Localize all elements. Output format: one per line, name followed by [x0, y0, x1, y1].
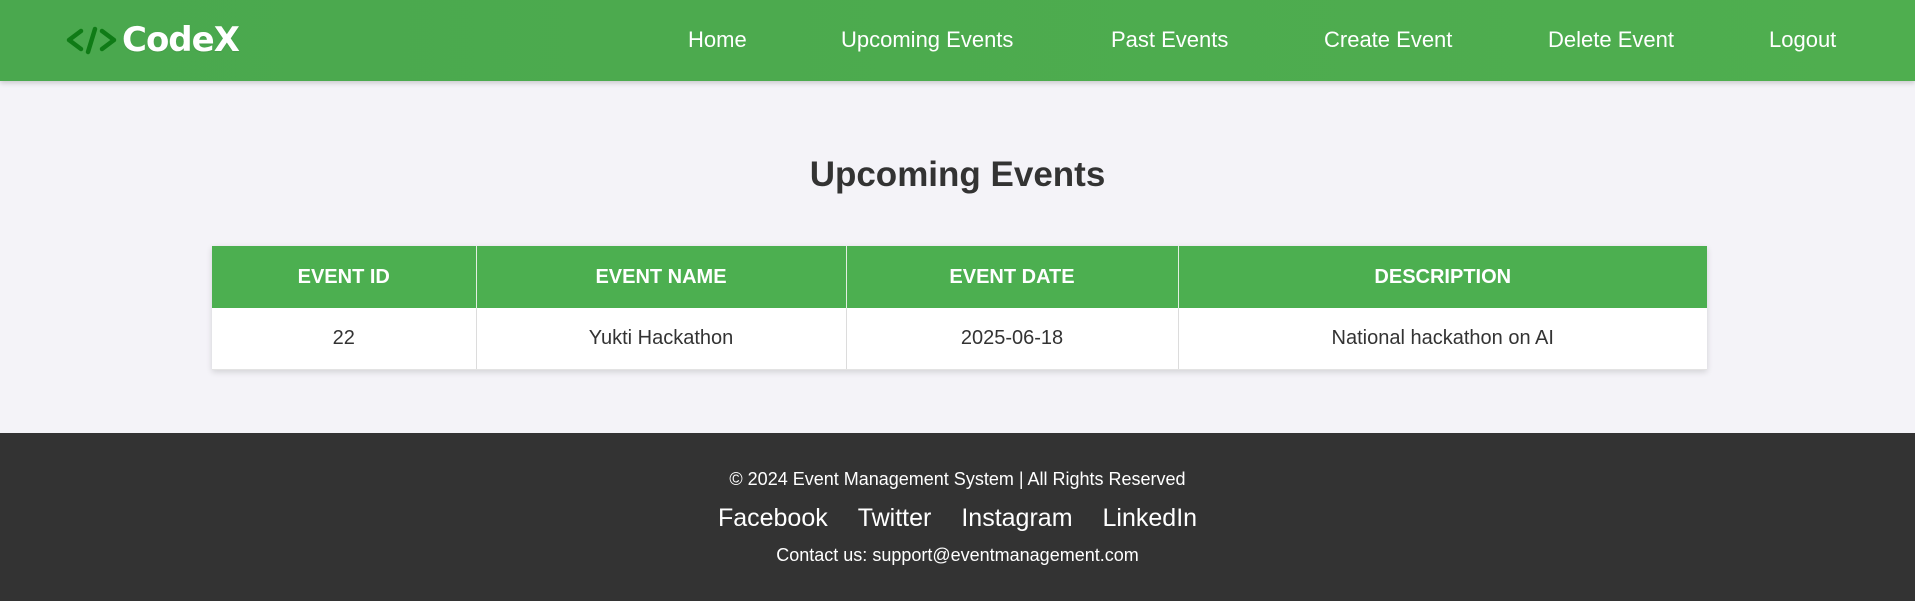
table-body: 22 Yukti Hackathon 2025-06-18 National h…: [212, 308, 1707, 370]
column-header-event-name: EVENT NAME: [476, 246, 847, 308]
event-name-cell: Yukti Hackathon: [476, 308, 847, 370]
nav-logout[interactable]: Logout: [1769, 26, 1836, 54]
column-header-description: DESCRIPTION: [1178, 246, 1707, 308]
brand-logo[interactable]: CodeX: [64, 17, 240, 63]
table-row: 22 Yukti Hackathon 2025-06-18 National h…: [212, 308, 1707, 370]
linkedin-link[interactable]: LinkedIn: [1103, 502, 1198, 534]
column-header-event-date: EVENT DATE: [846, 246, 1179, 308]
table-header: EVENT ID EVENT NAME EVENT DATE DESCRIPTI…: [212, 246, 1707, 308]
brand-name: CodeX: [122, 20, 240, 60]
event-date-cell: 2025-06-18: [846, 308, 1179, 370]
event-description-cell: National hackathon on AI: [1178, 308, 1707, 370]
facebook-link[interactable]: Facebook: [718, 502, 828, 534]
events-table: EVENT ID EVENT NAME EVENT DATE DESCRIPTI…: [212, 246, 1707, 370]
contact-text: Contact us: support@eventmanagement.com: [776, 545, 1139, 565]
copyright-text: © 2024 Event Management System | All Rig…: [729, 469, 1186, 489]
nav-upcoming-events[interactable]: Upcoming Events: [841, 26, 1013, 54]
table-header-row: EVENT ID EVENT NAME EVENT DATE DESCRIPTI…: [212, 246, 1707, 308]
instagram-link[interactable]: Instagram: [961, 502, 1072, 534]
social-links: Facebook Twitter Instagram LinkedIn: [0, 502, 1915, 534]
twitter-link[interactable]: Twitter: [858, 502, 932, 534]
navbar: CodeX Home Upcoming Events Past Events C…: [0, 0, 1915, 81]
events-table-container: EVENT ID EVENT NAME EVENT DATE DESCRIPTI…: [212, 246, 1707, 370]
code-brackets-icon: [64, 17, 118, 63]
page-title: Upcoming Events: [809, 155, 1106, 194]
nav-home[interactable]: Home: [688, 26, 747, 54]
nav-create-event[interactable]: Create Event: [1324, 26, 1452, 54]
footer: © 2024 Event Management System | All Rig…: [0, 433, 1915, 601]
event-id-cell: 22: [212, 308, 477, 370]
column-header-event-id: EVENT ID: [212, 246, 477, 308]
nav-delete-event[interactable]: Delete Event: [1548, 26, 1674, 54]
nav-past-events[interactable]: Past Events: [1111, 26, 1228, 54]
